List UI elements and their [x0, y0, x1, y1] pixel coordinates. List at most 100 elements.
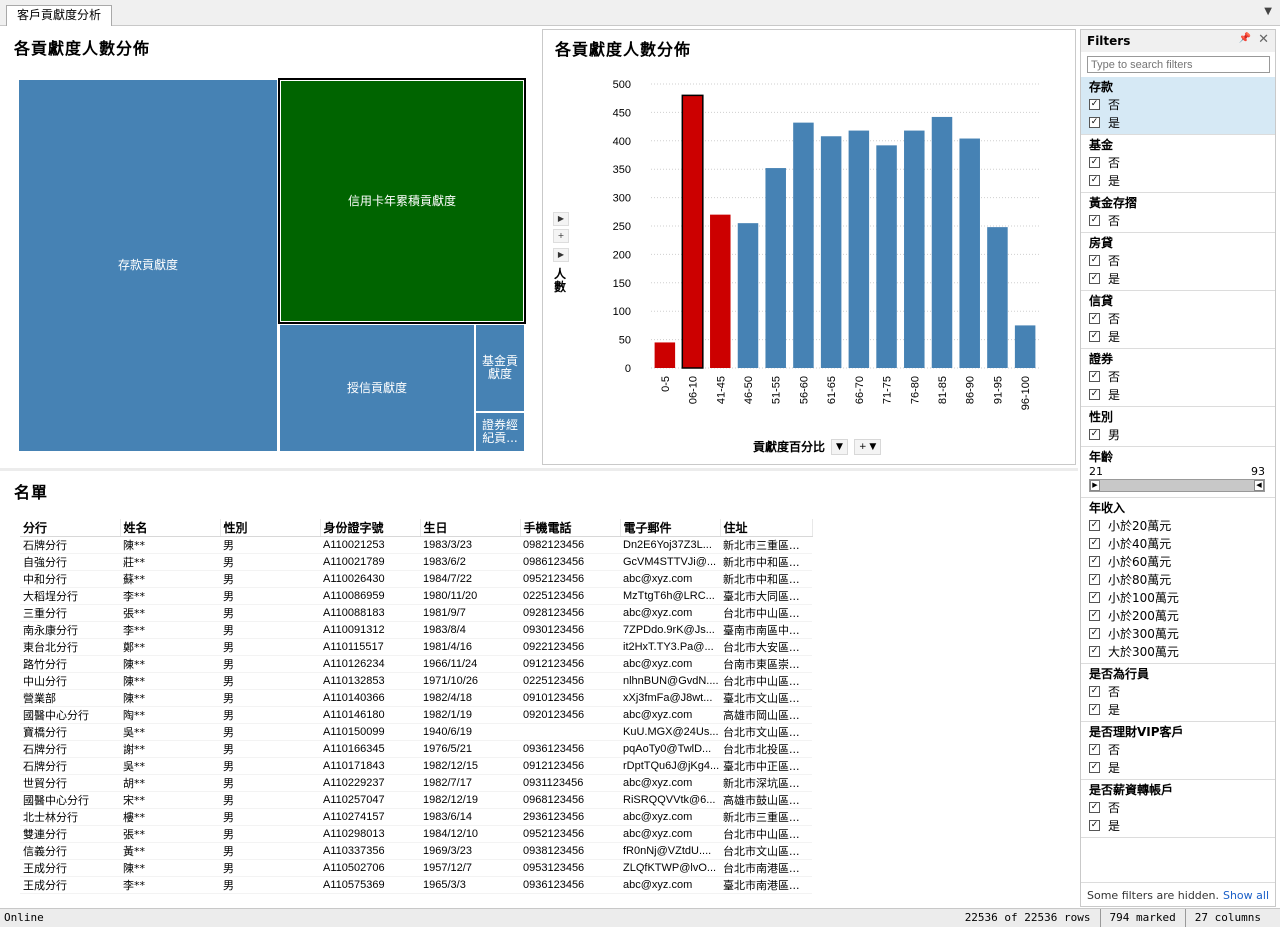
tab-customer-contribution[interactable]: 客戶貢獻度分析 [6, 5, 113, 26]
pin-icon[interactable]: 📌 [1239, 33, 1251, 44]
column-header[interactable]: 姓名 [120, 519, 221, 537]
bar[interactable] [959, 138, 980, 368]
column-header[interactable]: 住址 [720, 519, 813, 537]
bar[interactable] [931, 116, 953, 368]
checkbox-checked-icon[interactable]: ✓ [1089, 428, 1100, 440]
checkbox-checked-icon[interactable]: ✓ [1089, 370, 1100, 382]
bar[interactable] [737, 223, 759, 368]
filter-checkbox-item[interactable]: ✓ 是 [1089, 171, 1275, 189]
table-row[interactable]: 北士林分行 樓** 男 A110274157 1983/6/14 2936123456 ab… [20, 808, 812, 826]
filter-checkbox-item[interactable]: ✓ 男 [1089, 425, 1275, 443]
bar[interactable] [876, 145, 897, 368]
bar[interactable] [793, 122, 814, 369]
filter-title[interactable]: 年收入 [1089, 500, 1275, 516]
filter-checkbox-item[interactable]: ✓ 是 [1089, 327, 1275, 345]
table-row[interactable]: 國醫中心分行 宋** 男 A110257047 1982/12/19 0968123456… [20, 791, 812, 809]
table-row[interactable]: 寶橋分行 吳** 男 A110150099 1940/6/19 KuU.MGX@24Us.… [20, 723, 812, 741]
checkbox-checked-icon[interactable]: ✓ [1089, 116, 1100, 128]
table-row[interactable]: 信義分行 黃** 男 A110337356 1969/3/23 0938123456 fR0… [20, 842, 812, 860]
filter-title[interactable]: 存款 [1089, 79, 1275, 95]
bar[interactable] [1014, 325, 1036, 368]
treemap-cell-credit[interactable]: 授信貢獻度 [280, 325, 474, 451]
filter-checkbox-item[interactable]: ✓ 否 [1089, 251, 1275, 269]
filter-checkbox-item[interactable]: ✓ 否 [1089, 153, 1275, 171]
bar[interactable] [904, 130, 925, 368]
column-header[interactable]: 手機電話 [520, 519, 621, 537]
checkbox-checked-icon[interactable]: ✓ [1089, 703, 1100, 715]
table-row[interactable]: 三重分行 張** 男 A110088183 1981/9/7 0928123456 abc@… [20, 604, 812, 622]
x-axis-selector[interactable]: 貢獻度百分比 ▼ + ▼ [753, 438, 882, 455]
filter-checkbox-item[interactable]: ✓ 否 [1089, 682, 1275, 700]
filter-checkbox-item[interactable]: ✓ 大於300萬元 [1089, 642, 1275, 660]
treemap-cell-securities[interactable]: 證券經紀貢... [476, 413, 524, 451]
checkbox-checked-icon[interactable]: ✓ [1089, 272, 1100, 284]
filter-checkbox-item[interactable]: ✓ 是 [1089, 113, 1275, 131]
checkbox-checked-icon[interactable]: ✓ [1089, 519, 1100, 531]
filter-checkbox-item[interactable]: ✓ 否 [1089, 211, 1275, 229]
filter-checkbox-item[interactable]: ✓ 是 [1089, 700, 1275, 718]
table-row[interactable]: 石牌分行 陳** 男 A110021253 1983/3/23 0982123456 Dn2… [20, 536, 812, 554]
filter-title[interactable]: 證券 [1089, 351, 1275, 367]
checkbox-checked-icon[interactable]: ✓ [1089, 591, 1100, 603]
bar[interactable] [820, 136, 842, 368]
column-header[interactable]: 生日 [420, 519, 521, 537]
slider-max-handle[interactable]: ◀ [1254, 480, 1264, 491]
x-axis-add-icon[interactable]: + ▼ [853, 438, 882, 455]
treemap-cell-credit-card[interactable]: 信用卡年累積貢獻度 [278, 78, 526, 324]
x-axis-label[interactable]: 貢獻度百分比 [753, 438, 825, 455]
checkbox-checked-icon[interactable]: ✓ [1089, 819, 1100, 831]
filter-checkbox-item[interactable]: ✓ 小於100萬元 [1089, 588, 1275, 606]
checkbox-checked-icon[interactable]: ✓ [1089, 573, 1100, 585]
checkbox-checked-icon[interactable]: ✓ [1089, 174, 1100, 186]
table-row[interactable]: 王成分行 陳** 男 A110502706 1957/12/7 0953123456 ZLQ… [20, 859, 812, 877]
table-row[interactable]: 路竹分行 陳** 男 A110126234 1966/11/24 0912123456 ab… [20, 655, 812, 673]
filter-checkbox-item[interactable]: ✓ 是 [1089, 269, 1275, 287]
filter-checkbox-item[interactable]: ✓ 是 [1089, 385, 1275, 403]
filter-title[interactable]: 房貸 [1089, 235, 1275, 251]
filter-checkbox-item[interactable]: ✓ 是 [1089, 758, 1275, 776]
filter-checkbox-item[interactable]: ✓ 否 [1089, 798, 1275, 816]
filter-title[interactable]: 基金 [1089, 137, 1275, 153]
table-row[interactable]: 國醫中心分行 陶** 男 A110146180 1982/1/19 0920123456 a… [20, 706, 812, 724]
filter-search-input[interactable] [1087, 56, 1270, 73]
checkbox-checked-icon[interactable]: ✓ [1089, 685, 1100, 697]
checkbox-checked-icon[interactable]: ✓ [1089, 801, 1100, 813]
filter-title[interactable]: 黃金存摺 [1089, 195, 1275, 211]
bar[interactable] [765, 168, 786, 368]
filter-title[interactable]: 是否理財VIP客戶 [1089, 724, 1275, 740]
checkbox-checked-icon[interactable]: ✓ [1089, 156, 1100, 168]
checkbox-checked-icon[interactable]: ✓ [1089, 537, 1100, 549]
filter-checkbox-item[interactable]: ✓ 小於80萬元 [1089, 570, 1275, 588]
column-header[interactable]: 分行 [20, 519, 121, 537]
filter-checkbox-item[interactable]: ✓ 小於300萬元 [1089, 624, 1275, 642]
checkbox-checked-icon[interactable]: ✓ [1089, 214, 1100, 226]
checkbox-checked-icon[interactable]: ✓ [1089, 627, 1100, 639]
table-row[interactable]: 南永康分行 李** 男 A110091312 1983/8/4 0930123456 7ZP… [20, 621, 812, 639]
checkbox-checked-icon[interactable]: ✓ [1089, 743, 1100, 755]
filter-checkbox-item[interactable]: ✓ 是 [1089, 816, 1275, 834]
table-row[interactable]: 大稻埕分行 李** 男 A110086959 1980/11/20 0225123456 M… [20, 587, 812, 605]
checkbox-checked-icon[interactable]: ✓ [1089, 609, 1100, 621]
table-row[interactable]: 東台北分行 鄭** 男 A110115517 1981/4/16 0922123456 it… [20, 638, 812, 656]
table-row[interactable]: 石牌分行 謝** 男 A110166345 1976/5/21 0936123456 pqA… [20, 740, 812, 758]
bar[interactable] [848, 130, 870, 368]
filter-title[interactable]: 是否為行員 [1089, 666, 1275, 682]
age-range-slider[interactable]: ▶ ◀ [1089, 479, 1265, 492]
table-row[interactable]: 石牌分行 吳** 男 A110171843 1982/12/15 0912123456 rD… [20, 757, 812, 775]
filter-checkbox-item[interactable]: ✓ 否 [1089, 95, 1275, 113]
checkbox-checked-icon[interactable]: ✓ [1089, 98, 1100, 110]
filter-checkbox-item[interactable]: ✓ 否 [1089, 309, 1275, 327]
chevron-down-icon[interactable]: ▼ [1264, 6, 1272, 17]
checkbox-checked-icon[interactable]: ✓ [1089, 330, 1100, 342]
checkbox-checked-icon[interactable]: ✓ [1089, 312, 1100, 324]
show-all-link[interactable]: Show all [1223, 889, 1269, 902]
filter-checkbox-item[interactable]: ✓ 否 [1089, 367, 1275, 385]
filter-checkbox-item[interactable]: ✓ 小於200萬元 [1089, 606, 1275, 624]
filter-title[interactable]: 年齡 [1089, 449, 1275, 465]
treemap-cell-fund[interactable]: 基金貢獻度 [476, 325, 524, 411]
filter-checkbox-item[interactable]: ✓ 否 [1089, 740, 1275, 758]
checkbox-checked-icon[interactable]: ✓ [1089, 645, 1100, 657]
column-header[interactable]: 性別 [220, 519, 321, 537]
column-header[interactable]: 身份證字號 [320, 519, 421, 537]
bar[interactable] [654, 342, 676, 368]
